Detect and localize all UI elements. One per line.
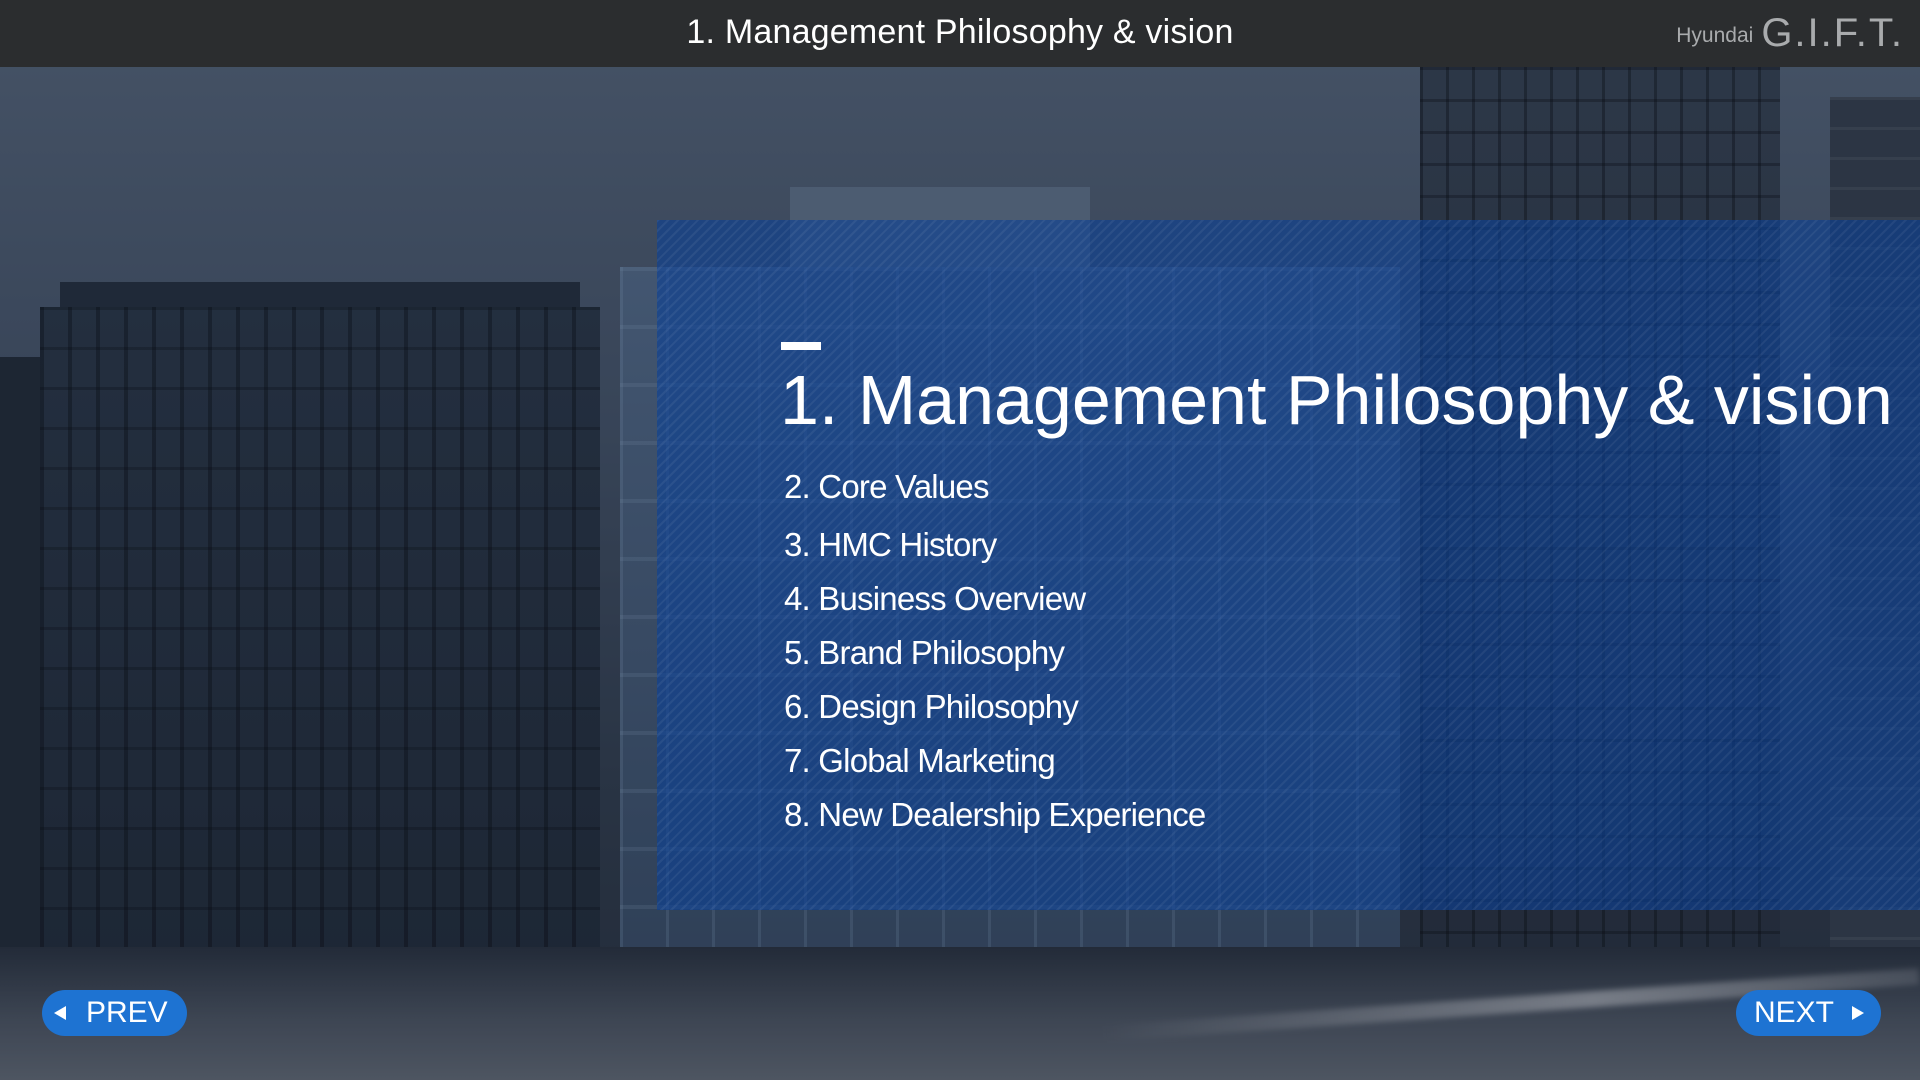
arrow-left-icon [54,1006,66,1020]
menu-item-core-values[interactable]: 2. Core Values [784,460,1206,514]
brand-name-small: Hyundai [1676,23,1754,47]
header-title: 1. Management Philosophy & vision [686,13,1234,51]
prev-button[interactable]: PREV [42,990,187,1036]
menu-item-design-philosophy[interactable]: 6. Design Philosophy [784,680,1206,734]
menu-item-global-marketing[interactable]: 7. Global Marketing [784,734,1206,788]
brand-logo: Hyundai G.I.F.T. [1676,0,1904,67]
section-heading: 1. Management Philosophy & vision [780,361,1893,439]
next-button[interactable]: NEXT [1736,990,1881,1036]
brand-name-large: G.I.F.T. [1761,11,1904,55]
presentation-app: 1. Management Philosophy & vision Hyunda… [0,0,1920,1080]
heading-accent-dash [781,342,821,350]
menu-item-brand-philosophy[interactable]: 5. Brand Philosophy [784,626,1206,680]
menu-item-hmc-history[interactable]: 3. HMC History [784,518,1206,572]
section-menu: 2. Core Values 3. HMC History 4. Busines… [784,460,1206,842]
next-button-label: NEXT [1754,996,1835,1029]
arrow-right-icon [1852,1006,1865,1020]
top-header-bar: 1. Management Philosophy & vision Hyunda… [0,0,1920,67]
menu-item-business-overview[interactable]: 4. Business Overview [784,572,1206,626]
prev-button-label: PREV [86,996,168,1029]
menu-item-new-dealership-experience[interactable]: 8. New Dealership Experience [784,788,1206,842]
